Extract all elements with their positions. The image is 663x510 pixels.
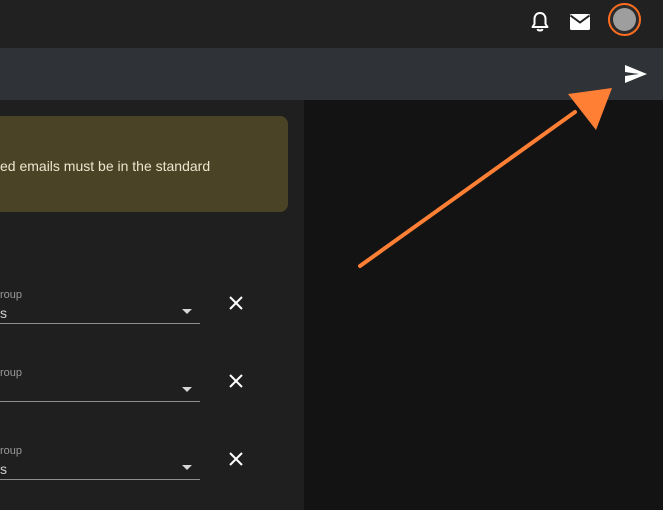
send-icon[interactable]: [623, 62, 649, 86]
form-panel: ed emails must be in the standard roup s…: [0, 100, 304, 510]
group-select-value: s: [0, 461, 7, 477]
group-select[interactable]: roup s: [0, 445, 200, 481]
dropdown-caret-icon: [182, 309, 192, 314]
group-select-label: roup: [0, 289, 23, 301]
close-icon: [229, 374, 243, 388]
avatar-image: [613, 8, 636, 31]
remove-row-button[interactable]: [226, 293, 246, 313]
warning-notice: ed emails must be in the standard: [0, 116, 288, 212]
group-select[interactable]: roup: [0, 367, 200, 403]
group-select-label: roup: [0, 367, 23, 379]
remove-row-button[interactable]: [226, 371, 246, 391]
group-row: roup: [0, 367, 304, 427]
group-row: roup s: [0, 289, 304, 349]
group-select-label: roup: [0, 445, 23, 457]
close-icon: [229, 296, 243, 310]
group-select[interactable]: roup s: [0, 289, 200, 325]
dropdown-caret-icon: [182, 465, 192, 470]
select-underline: [0, 479, 200, 480]
close-icon: [229, 452, 243, 466]
preview-panel: [304, 100, 663, 510]
warning-text: ed emails must be in the standard: [0, 158, 211, 174]
avatar[interactable]: [608, 3, 641, 36]
bell-icon[interactable]: [528, 10, 552, 34]
mail-icon[interactable]: [568, 10, 592, 34]
top-app-bar: [0, 0, 663, 48]
select-underline: [0, 401, 200, 402]
group-select-value: s: [0, 305, 7, 321]
dropdown-caret-icon: [182, 387, 192, 392]
group-row: roup s: [0, 445, 304, 505]
remove-row-button[interactable]: [226, 449, 246, 469]
select-underline: [0, 323, 200, 324]
compose-toolbar: [0, 48, 663, 100]
